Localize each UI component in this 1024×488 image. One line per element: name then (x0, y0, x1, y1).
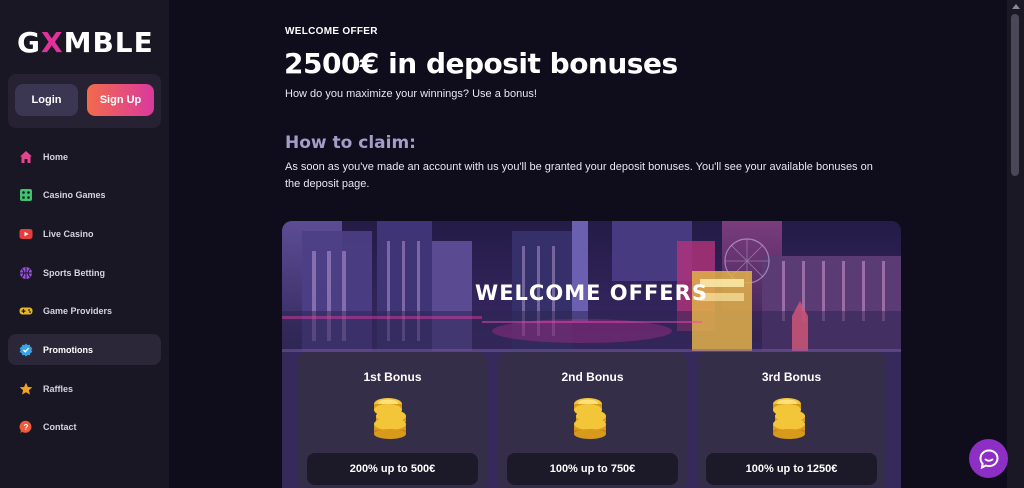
coin-stack-icon (574, 398, 606, 439)
sidebar-item-label: Raffles (43, 383, 74, 394)
bonus-card-title: 1st Bonus (363, 370, 422, 384)
page-eyebrow: WELCOME OFFER (285, 26, 378, 37)
bonus-card-value: 100% up to 750€ (507, 453, 678, 485)
play-icon (19, 227, 33, 241)
sidebar-item-label: Home (43, 151, 69, 162)
star-icon (19, 382, 33, 396)
bonus-card-title: 2nd Bonus (561, 370, 624, 384)
svg-text:?: ? (24, 423, 29, 432)
scroll-thumb[interactable] (1011, 14, 1019, 176)
signup-button[interactable]: Sign Up (87, 84, 154, 116)
page-scrollbar[interactable] (1007, 0, 1024, 488)
home-icon (19, 150, 33, 164)
scroll-up-arrow-icon[interactable] (1012, 4, 1020, 9)
sidebar-item-raffles[interactable]: Raffles (8, 373, 161, 404)
chat-icon (978, 448, 999, 469)
sidebar-item-home[interactable]: Home (8, 141, 161, 172)
how-to-claim-text: As soon as you've made an account with u… (285, 161, 873, 190)
page-subtitle: How do you maximize your winnings? Use a… (285, 88, 537, 100)
gamepad-icon (19, 304, 33, 318)
sidebar-item-label: Casino Games (43, 190, 106, 201)
sidebar-item-label: Contact (43, 422, 77, 433)
sidebar-nav: Home Casino Games Live Casino Sports Bet… (8, 141, 161, 451)
ball-icon (19, 266, 33, 280)
bonus-card-value: 100% up to 1250€ (706, 453, 877, 485)
how-to-claim-title: How to claim: (285, 133, 416, 153)
sidebar-item-game-providers[interactable]: Game Providers (8, 296, 161, 327)
sidebar-item-promotions[interactable]: Promotions (8, 334, 161, 366)
sidebar-item-casino-games[interactable]: Casino Games (8, 180, 161, 211)
main-content: WELCOME OFFER 2500€ in deposit bonuses H… (169, 0, 1007, 488)
sidebar-item-label: Live Casino (43, 228, 94, 239)
sidebar-item-label: Sports Betting (43, 267, 105, 278)
login-button[interactable]: Login (15, 84, 78, 116)
sidebar-item-label: Game Providers (43, 306, 113, 317)
bonus-card-1[interactable]: 1st Bonus 200% up to 500€ (298, 352, 487, 488)
auth-panel: Login Sign Up (8, 74, 161, 128)
page-title: 2500€ in deposit bonuses (284, 47, 678, 80)
bonus-card-value: 200% up to 500€ (307, 453, 478, 485)
bonus-card-title: 3rd Bonus (761, 370, 822, 384)
sidebar-item-live-casino[interactable]: Live Casino (8, 218, 161, 249)
sidebar-item-contact[interactable]: ? Contact (8, 412, 161, 443)
sidebar-item-label: Promotions (43, 344, 94, 355)
logo[interactable]: GXMBLE (17, 26, 154, 59)
badge-icon (19, 343, 33, 357)
bonus-card-2[interactable]: 2nd Bonus 100% up to 750€ (498, 352, 687, 488)
chat-launcher-button[interactable] (969, 439, 1008, 478)
welcome-offers-banner: WELCOME OFFERS 1st Bonus 200% up to 500€… (282, 221, 901, 488)
coin-stack-icon (374, 398, 406, 439)
coin-stack-icon (773, 398, 805, 439)
bonus-cards: 1st Bonus 200% up to 500€ 2nd Bonus 100%… (298, 352, 886, 488)
bonus-card-3[interactable]: 3rd Bonus 100% up to 1250€ (697, 352, 886, 488)
welcome-offers-title: WELCOME OFFERS (475, 281, 708, 305)
dice-icon (19, 188, 33, 202)
sidebar-item-sports-betting[interactable]: Sports Betting (8, 257, 161, 288)
sidebar: GXMBLE Login Sign Up Home Casino Games L… (0, 0, 169, 488)
help-icon: ? (19, 420, 33, 434)
